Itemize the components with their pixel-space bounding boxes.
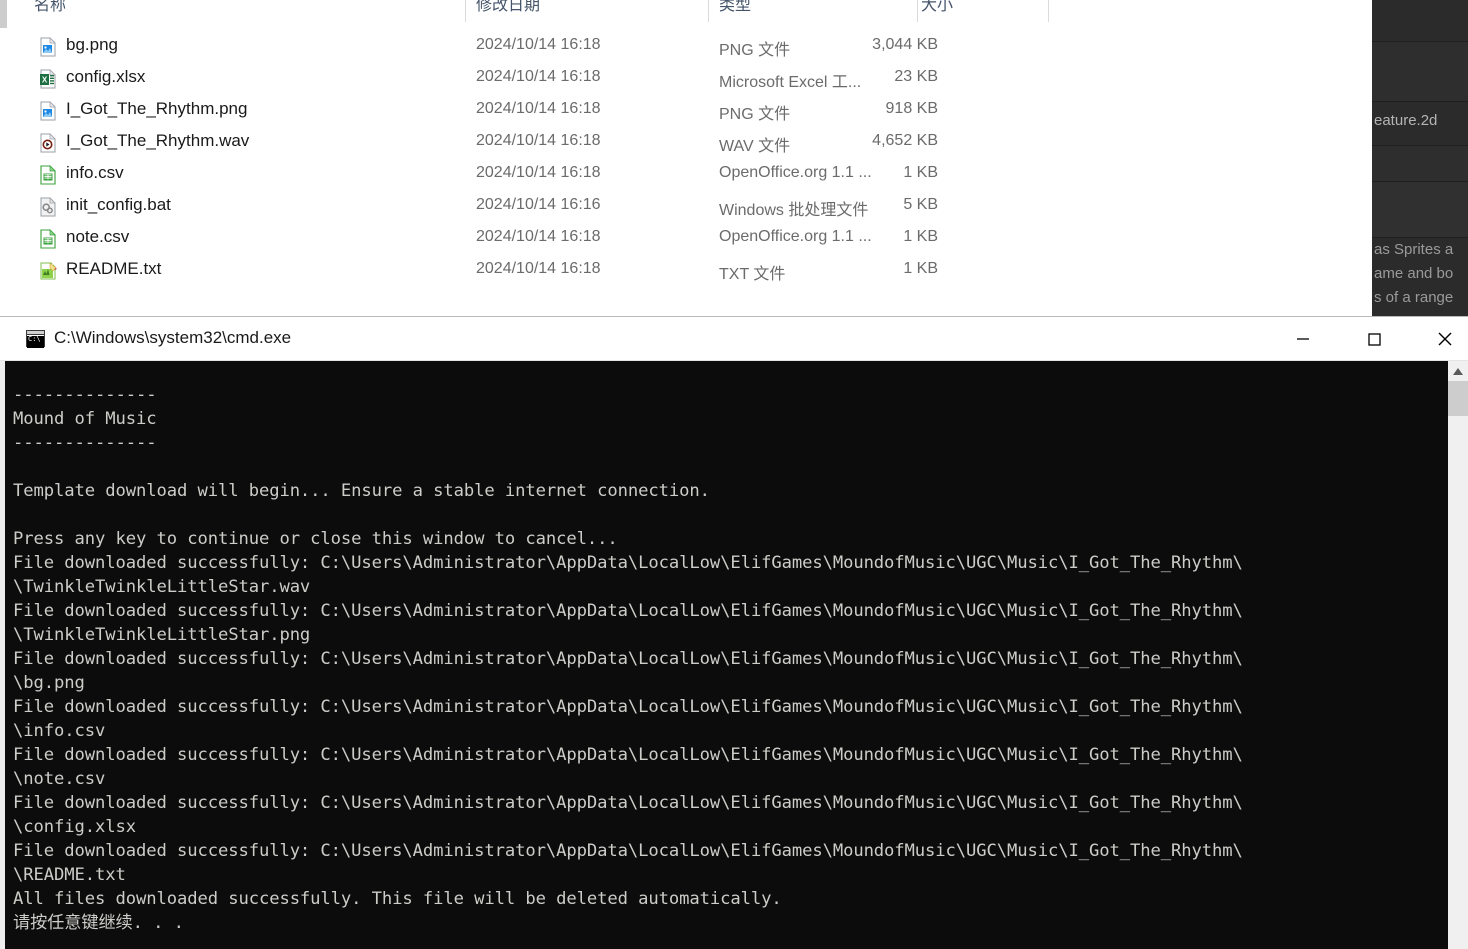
png-image-file-icon [38, 37, 58, 57]
minimize-icon [1296, 337, 1309, 340]
close-icon [1438, 332, 1451, 345]
file-date-cell: 2024/10/14 16:18 [476, 68, 601, 85]
screen-root: eature.2d as Sprites a ame and bo s of a… [0, 0, 1468, 949]
background-panel-paragraph-line: ame and bo [1374, 265, 1454, 282]
table-row[interactable]: bg.png 2024/10/14 16:18 PNG 文件 3,044 KB [0, 31, 1372, 63]
file-name-cell: I_Got_The_Rhythm.wav [66, 131, 250, 150]
background-panel-row: eature.2d [1372, 102, 1468, 146]
background-panel-row [1372, 42, 1468, 102]
svg-text:X: X [42, 76, 48, 85]
table-row[interactable]: I_Got_The_Rhythm.wav 2024/10/14 16:18 WA… [0, 127, 1372, 159]
file-type-cell: OpenOffice.org 1.1 ... [719, 164, 872, 181]
file-size-cell: 1 KB [903, 260, 938, 277]
file-date-cell: 2024/10/14 16:18 [476, 100, 601, 117]
cmd-console-output-area[interactable]: -------------- Mound of Music ----------… [0, 361, 1468, 949]
cmd-console-icon [26, 330, 45, 348]
file-name-cell: config.xlsx [66, 67, 146, 86]
file-type-cell: OpenOffice.org 1.1 ... [719, 228, 872, 245]
file-name-cell: bg.png [66, 35, 118, 54]
column-divider[interactable] [708, 0, 709, 22]
txt-file-icon [38, 261, 58, 281]
background-panel-row [1372, 146, 1468, 182]
cmd-window: C:\Windows\system32\cmd.exe ------------… [0, 316, 1468, 949]
cmd-console-text: -------------- Mound of Music ----------… [13, 385, 1243, 934]
column-divider[interactable] [917, 0, 918, 22]
file-size-cell: 4,652 KB [872, 132, 938, 149]
file-type-cell: TXT 文件 [719, 266, 786, 283]
file-name-cell: init_config.bat [66, 195, 171, 214]
png-image-file-icon [38, 101, 58, 121]
file-date-cell: 2024/10/14 16:16 [476, 196, 601, 213]
explorer-column-header: 名称 修改日期 类型 大小 [0, 0, 1372, 22]
file-size-cell: 5 KB [903, 196, 938, 213]
file-name-cell: README.txt [66, 259, 162, 278]
background-panel-row [1372, 0, 1468, 42]
maximize-button[interactable] [1350, 317, 1397, 360]
table-row[interactable]: README.txt 2024/10/14 16:18 TXT 文件 1 KB [0, 255, 1372, 287]
file-name-cell: note.csv [66, 227, 130, 246]
table-row[interactable]: X config.xlsx 2024/10/14 16:18 Microsoft… [0, 63, 1372, 95]
bat-script-file-icon [38, 197, 58, 217]
file-type-cell: Microsoft Excel 工... [719, 74, 862, 91]
file-type-cell: WAV 文件 [719, 138, 791, 155]
table-row[interactable]: init_config.bat 2024/10/14 16:16 Windows… [0, 191, 1372, 223]
column-divider[interactable] [1048, 0, 1049, 22]
excel-file-icon: X [38, 69, 58, 89]
scroll-up-button[interactable] [1448, 361, 1468, 381]
file-date-cell: 2024/10/14 16:18 [476, 36, 601, 53]
column-header-size[interactable]: 大小 [921, 0, 953, 15]
file-size-cell: 23 KB [894, 68, 938, 85]
file-date-cell: 2024/10/14 16:18 [476, 228, 601, 245]
file-name-cell: I_Got_The_Rhythm.png [66, 99, 248, 118]
wav-audio-file-icon [38, 133, 58, 153]
close-button[interactable] [1421, 317, 1468, 360]
table-row[interactable]: I_Got_The_Rhythm.png 2024/10/14 16:18 PN… [0, 95, 1372, 127]
maximize-icon [1367, 332, 1381, 346]
cmd-scrollbar-thumb[interactable] [1448, 381, 1468, 416]
table-row[interactable]: note.csv 2024/10/14 16:18 OpenOffice.org… [0, 223, 1372, 255]
file-size-cell: 3,044 KB [872, 36, 938, 53]
file-date-cell: 2024/10/14 16:18 [476, 260, 601, 277]
file-explorer-list-view: 名称 修改日期 类型 大小 bg.png 2024/10/14 16:18 PN… [0, 0, 1372, 316]
column-header-type[interactable]: 类型 [719, 0, 751, 15]
column-header-name[interactable]: 名称 [34, 0, 66, 15]
file-type-cell: PNG 文件 [719, 42, 791, 59]
file-type-cell: PNG 文件 [719, 106, 791, 123]
table-row[interactable]: info.csv 2024/10/14 16:18 OpenOffice.org… [0, 159, 1372, 191]
file-type-cell: Windows 批处理文件 [719, 202, 869, 219]
file-size-cell: 1 KB [903, 164, 938, 181]
scroll-up-arrow-icon [1453, 368, 1463, 375]
background-dark-panel: eature.2d as Sprites a ame and bo s of a… [1372, 0, 1468, 316]
cmd-title-bar[interactable]: C:\Windows\system32\cmd.exe [0, 317, 1468, 361]
file-date-cell: 2024/10/14 16:18 [476, 132, 601, 149]
column-header-date[interactable]: 修改日期 [476, 0, 540, 15]
file-name-cell: info.csv [66, 163, 124, 182]
background-panel-paragraph-line: as Sprites a [1374, 241, 1454, 258]
background-panel-row [1372, 182, 1468, 238]
csv-spreadsheet-file-icon [38, 165, 58, 185]
minimize-button[interactable] [1279, 317, 1326, 360]
column-divider[interactable] [465, 0, 466, 22]
csv-spreadsheet-file-icon [38, 229, 58, 249]
cmd-scrollbar[interactable] [1448, 361, 1468, 949]
background-panel-row-label: eature.2d [1374, 112, 1438, 129]
file-date-cell: 2024/10/14 16:18 [476, 164, 601, 181]
file-size-cell: 1 KB [903, 228, 938, 245]
file-size-cell: 918 KB [885, 100, 938, 117]
cmd-window-title: C:\Windows\system32\cmd.exe [54, 328, 292, 347]
background-panel-paragraph-line: s of a range [1374, 289, 1454, 306]
